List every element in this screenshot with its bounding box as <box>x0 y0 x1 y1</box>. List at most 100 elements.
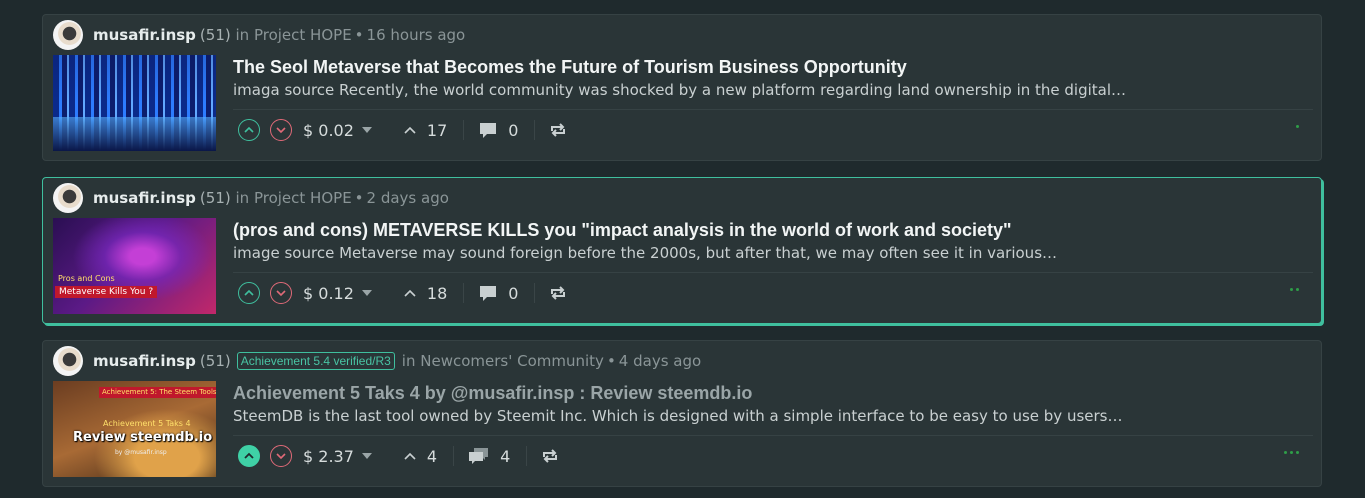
comments-value: 0 <box>508 283 519 303</box>
reblog-button[interactable] <box>549 285 577 301</box>
community-link[interactable]: Project HOPE <box>254 26 352 44</box>
chevron-up-small-icon <box>404 452 416 460</box>
comments-count[interactable]: 4 <box>468 447 510 466</box>
payout-dropdown[interactable]: $ 0.02 <box>303 121 372 140</box>
downvote-button[interactable] <box>270 119 292 141</box>
divider <box>534 283 536 303</box>
post-excerpt[interactable]: imaga source Recently, the world communi… <box>233 81 1313 99</box>
post-title[interactable]: (pros and cons) METAVERSE KILLS you "imp… <box>233 220 1313 241</box>
caret-down-icon <box>361 290 372 296</box>
community-link[interactable]: Project HOPE <box>254 189 352 207</box>
divider <box>233 109 1313 110</box>
divider <box>453 446 455 466</box>
comments-value: 4 <box>500 446 511 466</box>
chevron-up-small-icon <box>404 126 416 134</box>
thumbnail-text: Pros and Cons <box>58 274 115 283</box>
payout-value: $ 0.12 <box>303 283 354 303</box>
post-title[interactable]: The Seol Metaverse that Becomes the Futu… <box>233 57 1313 78</box>
achievement-badge: Achievement 5.4 verified/R3 <box>236 352 395 370</box>
divider <box>463 283 465 303</box>
comments-value: 0 <box>508 120 519 140</box>
divider <box>463 120 465 140</box>
thumbnail-text: Achievement 5 Taks 4 <box>103 419 191 428</box>
downvote-button[interactable] <box>270 282 292 304</box>
divider <box>233 435 1313 436</box>
community-link[interactable]: Newcomers' Community <box>420 352 604 370</box>
avatar[interactable] <box>53 183 83 213</box>
chevron-up-icon <box>244 126 254 133</box>
post-card[interactable]: musafir.insp (51) in Project HOPE • 2 da… <box>42 177 1322 324</box>
post-menu-button[interactable] <box>1296 125 1299 128</box>
post-excerpt[interactable]: image source Metaverse may sound foreign… <box>233 244 1313 262</box>
divider <box>526 446 528 466</box>
comments-count[interactable]: 0 <box>478 284 518 303</box>
voters-count[interactable]: 18 <box>403 284 447 303</box>
reblog-icon <box>551 286 566 300</box>
post-menu-button[interactable] <box>1290 288 1299 291</box>
author-link[interactable]: musafir.insp <box>93 26 196 44</box>
author-reputation: (51) <box>199 26 231 44</box>
post-actions: $ 0.02 17 0 <box>238 117 577 143</box>
post-actions: $ 2.37 4 4 <box>238 443 569 469</box>
divider <box>388 446 389 466</box>
payout-dropdown[interactable]: $ 0.12 <box>303 284 372 303</box>
reblog-button[interactable] <box>549 122 577 138</box>
comment-icon <box>480 286 497 301</box>
upvote-button[interactable] <box>238 119 260 141</box>
voters-count[interactable]: 4 <box>403 447 437 466</box>
upvote-button[interactable] <box>238 282 260 304</box>
divider <box>388 283 389 303</box>
chevron-up-icon <box>244 452 254 459</box>
meta-separator: • <box>354 26 364 44</box>
post-thumbnail[interactable]: Pros and Cons Metaverse Kills You ? <box>53 218 216 314</box>
menu-dot <box>1296 451 1299 454</box>
chevron-down-icon <box>276 453 286 460</box>
caret-down-icon <box>361 453 372 459</box>
in-label: in <box>401 352 416 370</box>
thumbnail-text: by @musafir.insp <box>115 449 167 456</box>
comments-count[interactable]: 0 <box>478 121 518 140</box>
menu-dot <box>1290 288 1293 291</box>
post-thumbnail[interactable] <box>53 55 216 151</box>
post-card[interactable]: musafir.insp (51) in Project HOPE • 16 h… <box>42 14 1322 161</box>
chevron-up-icon <box>244 289 254 296</box>
post-feed: musafir.insp (51) in Project HOPE • 16 h… <box>42 14 1322 498</box>
reblog-button[interactable] <box>541 448 569 464</box>
post-title[interactable]: Achievement 5 Taks 4 by @musafir.insp : … <box>233 383 1313 404</box>
post-excerpt[interactable]: SteemDB is the last tool owned by Steemi… <box>233 407 1313 425</box>
author-link[interactable]: musafir.insp <box>93 189 196 207</box>
avatar[interactable] <box>53 346 83 376</box>
votes-value: 17 <box>426 120 448 140</box>
in-label: in <box>235 189 250 207</box>
downvote-button[interactable] <box>270 445 292 467</box>
payout-dropdown[interactable]: $ 2.37 <box>303 447 372 466</box>
post-menu-button[interactable] <box>1284 451 1299 454</box>
avatar[interactable] <box>53 20 83 50</box>
voters-count[interactable]: 17 <box>403 121 447 140</box>
comments-icon <box>469 448 489 464</box>
upvote-button[interactable] <box>238 445 260 467</box>
thumbnail-text: Review steemdb.io <box>73 430 213 445</box>
votes-value: 18 <box>426 283 448 303</box>
chevron-up-small-icon <box>404 289 416 297</box>
post-meta: musafir.insp (51) in Project HOPE • 16 h… <box>53 20 465 50</box>
payout-value: $ 2.37 <box>303 446 354 466</box>
votes-value: 4 <box>426 446 438 466</box>
author-reputation: (51) <box>199 352 231 370</box>
post-card[interactable]: musafir.insp (51) Achievement 5.4 verifi… <box>42 340 1322 487</box>
thumbnail-text: Metaverse Kills You ? <box>55 286 158 298</box>
post-thumbnail[interactable]: Achievement 5: The Steem Tools Achieveme… <box>53 381 216 477</box>
author-reputation: (51) <box>199 189 231 207</box>
divider <box>534 120 536 140</box>
menu-dot <box>1290 451 1293 454</box>
chevron-down-icon <box>276 290 286 297</box>
author-link[interactable]: musafir.insp <box>93 352 196 370</box>
comment-icon <box>480 123 497 138</box>
reblog-icon <box>551 123 566 137</box>
post-time[interactable]: 16 hours ago <box>367 26 466 44</box>
in-label: in <box>235 26 250 44</box>
post-time[interactable]: 2 days ago <box>367 189 449 207</box>
meta-separator: • <box>354 189 364 207</box>
post-time[interactable]: 4 days ago <box>619 352 701 370</box>
thumbnail-text: Achievement 5: The Steem Tools <box>99 387 216 398</box>
